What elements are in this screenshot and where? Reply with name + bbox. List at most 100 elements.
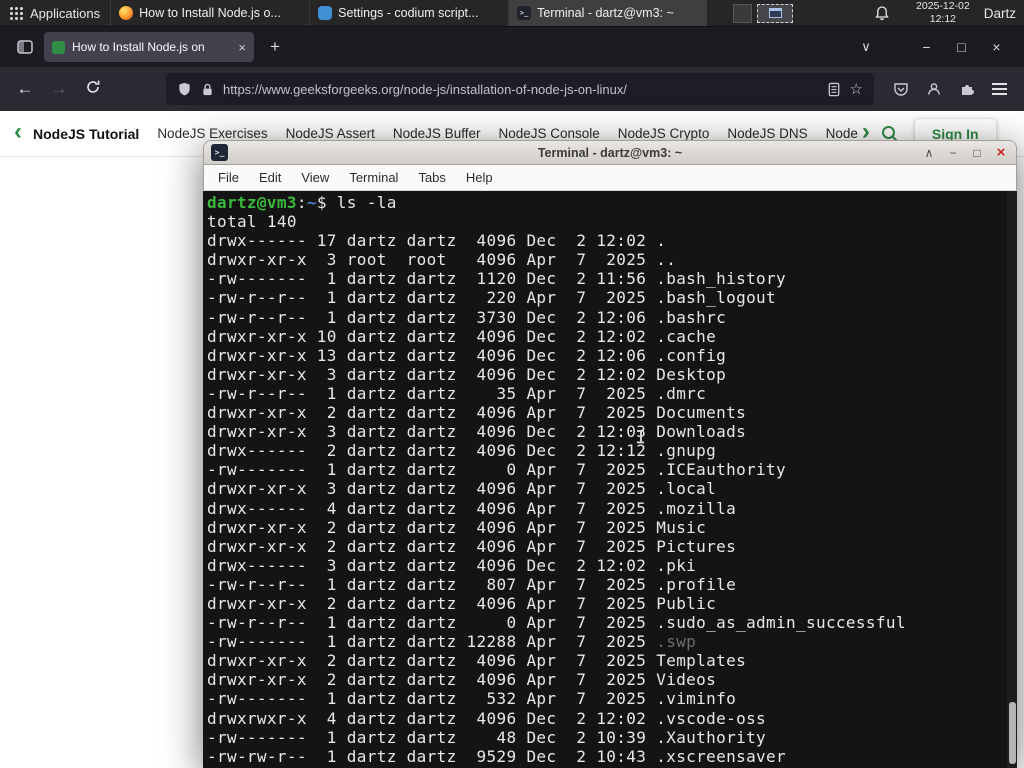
terminal-output-line: drwxrwxr-x 4 dartz dartz 4096 Dec 2 12:0… [207,708,767,728]
file-name: .. [656,250,677,270]
reload-button[interactable] [76,79,110,100]
workspace-switcher [733,0,794,26]
browser-minimize-button[interactable]: − [909,39,944,55]
nav-item-dns[interactable]: NodeJS DNS [727,126,807,141]
applications-menu-button[interactable]: Applications [0,0,110,26]
terminal-output-line: drwxr-xr-x 10 dartz dartz 4096 Dec 2 12:… [207,326,717,346]
terminal-scrollbar[interactable] [1007,191,1017,768]
file-name: .vscode-oss [656,708,767,728]
file-name: Music [656,517,707,537]
file-name: .local [656,479,717,499]
file-name: .gnupg [656,441,717,461]
nav-item-console[interactable]: NodeJS Console [498,126,599,141]
nav-item-truncated[interactable]: Node [826,126,858,141]
taskbar-item-codium[interactable]: Settings - codium script... [309,0,508,26]
menu-terminal[interactable]: Terminal [339,166,408,189]
terminal-output-line: -rw-r--r-- 1 dartz dartz 0 Apr 7 2025 .s… [207,613,906,633]
workspace-2-active[interactable] [757,3,794,23]
terminal-output-line: -rw------- 1 dartz dartz 0 Apr 7 2025 .I… [207,460,787,480]
browser-close-button[interactable]: × [979,39,1014,55]
url-text[interactable]: https://www.geeksforgeeks.org/node-js/in… [223,82,818,97]
terminal-scrollbar-thumb[interactable] [1008,702,1016,764]
browser-tab-active[interactable]: How to Install Node.js on × [44,32,254,62]
task-title: Settings - codium script... [338,6,479,20]
nav-item-tutorial[interactable]: NodeJS Tutorial [33,126,139,142]
terminal-output-line: -rw-r--r-- 1 dartz dartz 220 Apr 7 2025 … [207,288,777,308]
terminal-app-icon: >_ [211,144,228,161]
nav-item-assert[interactable]: NodeJS Assert [286,126,375,141]
file-name: .mozilla [656,498,737,518]
file-name: .swp [656,632,697,652]
terminal-output-line: drwxr-xr-x 3 dartz dartz 4096 Dec 2 12:0… [207,364,727,384]
clock-time: 12:12 [929,13,957,25]
terminal-screen[interactable]: dartz@vm3:~$ ls -la total 140 drwx------… [203,191,1017,768]
terminal-output-line: -rw------- 1 dartz dartz 12288 Apr 7 202… [207,632,697,652]
menu-view[interactable]: View [291,166,339,189]
taskbar-item-terminal[interactable]: >_ Terminal - dartz@vm3: ~ [508,0,708,26]
firefox-icon [119,6,134,20]
terminal-output-line: drwxr-xr-x 3 dartz dartz 4096 Apr 7 2025… [207,479,717,499]
extensions-puzzle-icon[interactable] [950,81,983,97]
terminal-output-line: drwxr-xr-x 2 dartz dartz 4096 Apr 7 2025… [207,593,717,613]
notification-bell-icon[interactable] [874,5,890,21]
browser-toolbar: ← → https://www.geeksforgeeks.org/node-j… [0,67,1024,111]
terminal-window-controls: ∧ − □ × [921,144,1009,161]
terminal-total-line: total 140 [207,212,297,232]
panel-clock[interactable]: 2025-12-02 12:12 [916,0,970,26]
new-tab-button[interactable]: + [264,37,286,57]
nav-item-crypto[interactable]: NodeJS Crypto [618,126,710,141]
window-glyph-icon [768,8,782,18]
file-name: .bashrc [656,307,727,327]
top-panel: Applications How to Install Node.js o...… [0,0,1024,27]
terminal-minimize-button[interactable]: − [945,146,961,160]
terminal-output-line: drwx------ 2 dartz dartz 4096 Dec 2 12:1… [207,441,717,461]
account-icon[interactable] [917,81,950,97]
firefox-view-icon[interactable] [10,38,40,56]
terminal-maximize-button[interactable]: □ [969,146,985,160]
menu-tabs[interactable]: Tabs [408,166,455,189]
file-name: .xscreensaver [656,746,787,766]
browser-maximize-button[interactable]: □ [944,39,979,55]
terminal-output-line: drwxr-xr-x 2 dartz dartz 4096 Apr 7 2025… [207,651,747,671]
pocket-icon[interactable] [884,81,917,97]
nav-scroll-left-icon[interactable]: ‹ [12,119,24,145]
forward-button[interactable]: → [42,79,76,99]
terminal-shade-button[interactable]: ∧ [921,146,937,160]
workspace-1[interactable] [733,3,753,23]
file-name: .dmrc [656,383,707,403]
menu-hamburger-icon[interactable] [983,83,1016,95]
typed-command: ls -la [336,193,397,212]
terminal-output-line: -rw-r--r-- 1 dartz dartz 3730 Dec 2 12:0… [207,307,727,327]
prompt-symbol: $ [316,193,337,212]
taskbar-item-firefox[interactable]: How to Install Node.js o... [110,0,309,26]
tracking-shield-icon[interactable] [177,81,192,97]
nav-item-exercises[interactable]: NodeJS Exercises [157,126,267,141]
terminal-close-button[interactable]: × [993,144,1009,161]
terminal-output-line: drwxr-xr-x 3 dartz dartz 4096 Dec 2 12:0… [207,422,747,442]
back-button[interactable]: ← [8,79,42,99]
file-name: Documents [656,403,747,423]
padlock-icon[interactable] [201,82,214,97]
list-all-tabs-icon[interactable]: ∨ [851,39,881,55]
terminal-window: >_ Terminal - dartz@vm3: ~ ∧ − □ × File … [203,140,1017,768]
nav-item-buffer[interactable]: NodeJS Buffer [393,126,481,141]
file-name: .ICEauthority [656,460,787,480]
tab-close-icon[interactable]: × [236,40,246,55]
terminal-output-line: -rw-r--r-- 1 dartz dartz 35 Apr 7 2025 .… [207,383,707,403]
reader-mode-icon[interactable] [827,82,841,97]
task-title: How to Install Node.js o... [139,6,281,20]
terminal-output-line: drwx------ 4 dartz dartz 4096 Apr 7 2025… [207,498,737,518]
file-name: .config [656,345,727,365]
file-name: Desktop [656,364,727,384]
terminal-titlebar[interactable]: >_ Terminal - dartz@vm3: ~ ∧ − □ × [203,140,1017,165]
terminal-output-line: drwx------ 3 dartz dartz 4096 Dec 2 12:0… [207,555,697,575]
bookmark-star-icon[interactable]: ☆ [850,80,863,98]
terminal-window-title: Terminal - dartz@vm3: ~ [537,145,683,160]
menu-file[interactable]: File [208,166,249,189]
file-name: .cache [656,326,717,346]
browser-window-controls: − □ × [909,39,1014,55]
url-bar[interactable]: https://www.geeksforgeeks.org/node-js/in… [166,73,874,105]
menu-edit[interactable]: Edit [249,166,291,189]
applications-label: Applications [30,5,101,21]
menu-help[interactable]: Help [456,166,503,189]
